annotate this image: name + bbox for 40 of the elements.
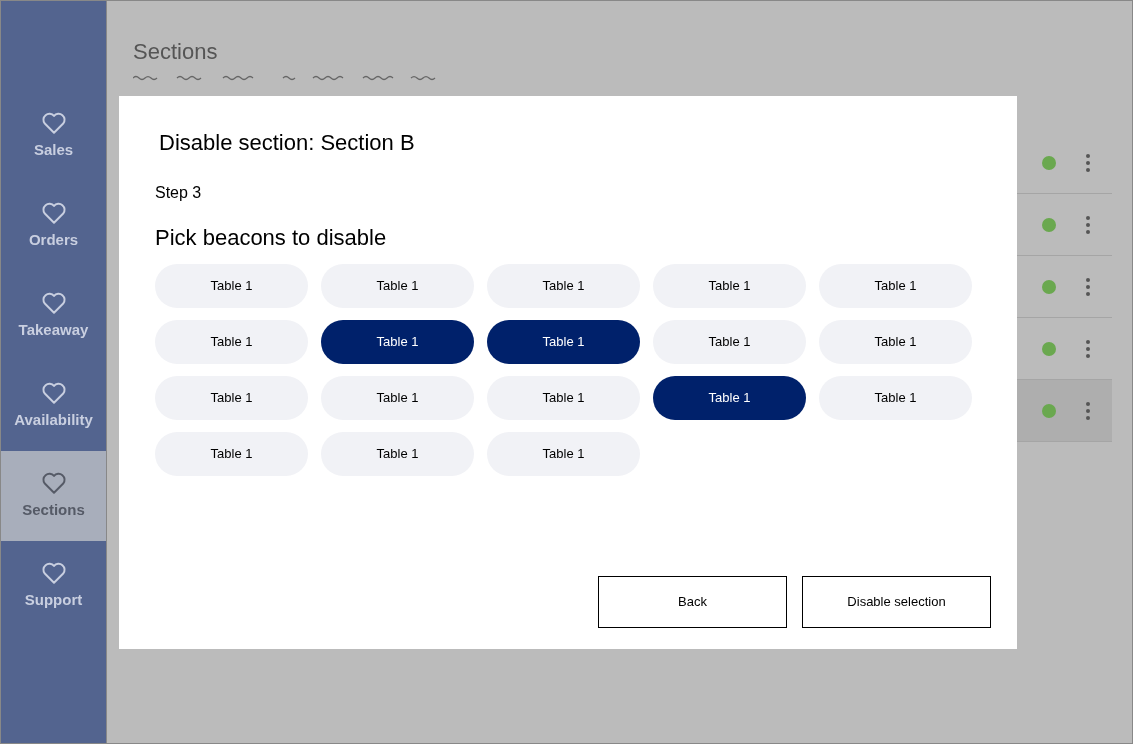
sidebar-item[interactable]: Sales — [1, 91, 106, 181]
heart-icon — [40, 200, 67, 225]
section-heading: Pick beacons to disable — [155, 224, 388, 252]
sidebar-item[interactable]: Orders — [1, 181, 106, 271]
step-label: Step 3 — [155, 183, 203, 203]
beacon-chip[interactable]: Table 1 — [321, 320, 474, 364]
disable-button[interactable]: Disable selection — [802, 576, 991, 628]
sidebar-item[interactable]: Support — [1, 541, 106, 631]
beacon-chip[interactable]: Table 1 — [321, 432, 474, 476]
beacon-chip[interactable]: Table 1 — [321, 376, 474, 420]
beacon-chip[interactable]: Table 1 — [487, 432, 640, 476]
beacon-chip[interactable]: Table 1 — [155, 320, 308, 364]
heart-icon — [40, 560, 67, 585]
heart-icon — [40, 110, 67, 135]
more-icon[interactable] — [1086, 339, 1090, 358]
beacon-chip[interactable]: Table 1 — [819, 264, 972, 308]
beacon-chip[interactable]: Table 1 — [321, 264, 474, 308]
more-icon[interactable] — [1086, 215, 1090, 234]
heart-icon — [40, 470, 67, 495]
more-icon[interactable] — [1086, 277, 1090, 296]
heart-icon — [40, 290, 67, 315]
dialog-title: Disable section: Section B — [159, 129, 416, 157]
beacon-chip[interactable]: Table 1 — [487, 376, 640, 420]
heart-icon — [40, 380, 67, 405]
beacon-chip[interactable]: Table 1 — [155, 376, 308, 420]
beacon-chip[interactable]: Table 1 — [487, 320, 640, 364]
more-icon[interactable] — [1086, 153, 1090, 172]
beacon-chip[interactable]: Table 1 — [155, 264, 308, 308]
beacon-chip[interactable]: Table 1 — [819, 376, 972, 420]
beacon-chip[interactable]: Table 1 — [653, 376, 806, 420]
beacon-chip[interactable]: Table 1 — [653, 320, 806, 364]
more-icon[interactable] — [1086, 401, 1090, 420]
page-title: Sections — [133, 38, 219, 66]
back-button[interactable]: Back — [598, 576, 787, 628]
sidebar-item[interactable]: Availability — [1, 361, 106, 451]
sidebar-item[interactable]: Takeaway — [1, 271, 106, 361]
beacon-chip[interactable]: Table 1 — [653, 264, 806, 308]
beacon-chip[interactable]: Table 1 — [819, 320, 972, 364]
beacon-chip[interactable]: Table 1 — [487, 264, 640, 308]
beacon-chip[interactable]: Table 1 — [155, 432, 308, 476]
